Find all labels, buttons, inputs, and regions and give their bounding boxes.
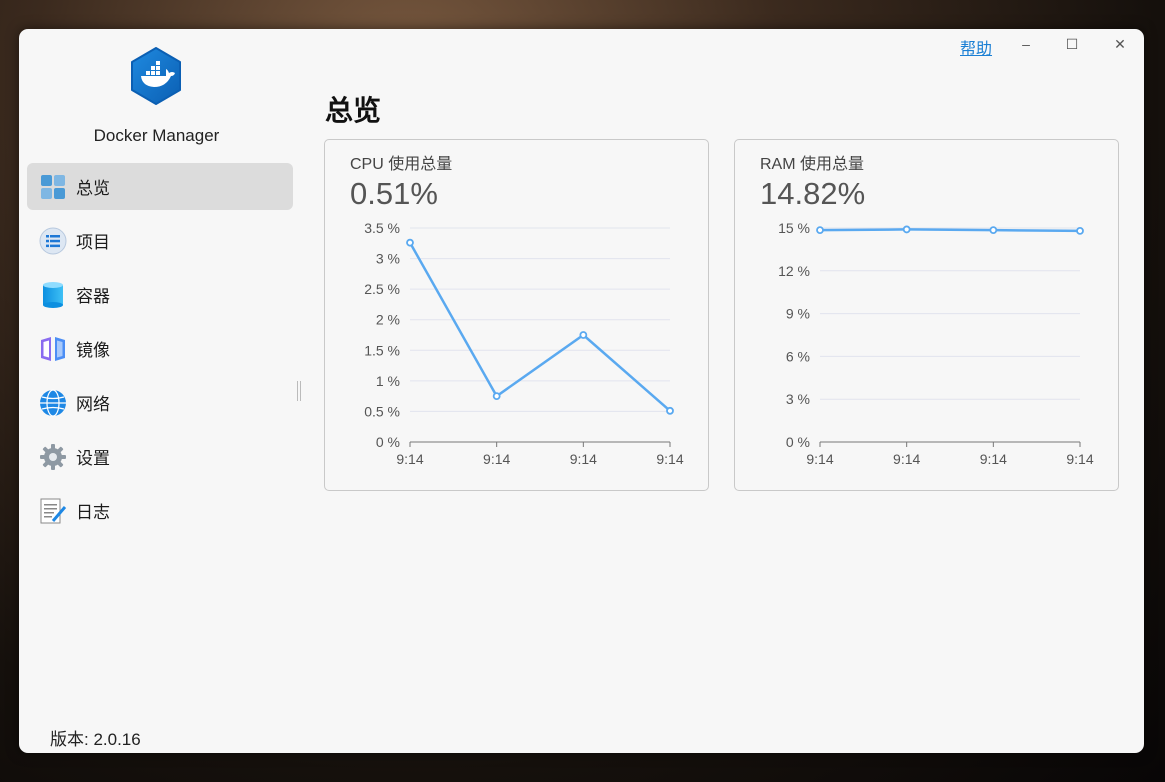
y-tick-label: 2.5 % [364, 281, 400, 297]
sidebar-item-label: 日志 [76, 503, 110, 522]
data-point [816, 226, 824, 235]
docker-logo [128, 46, 184, 106]
y-tick-label: 2 % [376, 312, 400, 328]
sidebar-item-overview[interactable]: 总览 [27, 163, 293, 210]
x-tick-label: 9:14 [570, 451, 597, 467]
data-point [902, 225, 911, 234]
app-window: 帮助 – ☐ ✕ Docker Manager 总览 项目 容器 镜像 网络 设… [19, 29, 1144, 753]
x-tick-label: 9:14 [893, 451, 920, 467]
x-tick-label: 9:14 [483, 451, 510, 467]
page-title: 总览 [325, 95, 382, 126]
y-tick-label: 0 % [786, 434, 810, 450]
x-tick-label: 9:14 [656, 451, 683, 467]
y-tick-label: 15 % [778, 220, 810, 236]
y-tick-label: 0.5 % [364, 403, 400, 419]
images-icon [39, 335, 67, 363]
x-tick-label: 9:14 [396, 451, 423, 467]
app-name: Docker Manager [93, 126, 220, 145]
y-tick-label: 0 % [376, 434, 400, 450]
sidebar-resize-handle[interactable] [297, 381, 301, 401]
minimize-button[interactable]: – [1011, 33, 1041, 55]
help-link[interactable]: 帮助 [960, 35, 992, 59]
series-line [408, 242, 671, 412]
sidebar-item-label: 镜像 [76, 341, 110, 360]
network-icon [39, 388, 67, 417]
y-tick-label: 3.5 % [364, 220, 400, 236]
overview-icon [39, 173, 67, 201]
version-label: 版本: 2.0.16 [50, 730, 141, 749]
data-point [1076, 226, 1084, 235]
sidebar-item-images[interactable]: 镜像 [27, 325, 293, 372]
y-tick-label: 1.5 % [364, 342, 400, 358]
sidebar-item-network[interactable]: 网络 [27, 379, 293, 426]
sidebar-item-containers[interactable]: 容器 [27, 271, 293, 318]
projects-icon [39, 227, 67, 255]
x-tick-label: 9:14 [980, 451, 1007, 467]
sidebar-item-label: 总览 [76, 179, 110, 198]
data-point [666, 406, 674, 415]
y-tick-label: 3 % [786, 391, 810, 407]
containers-icon [39, 281, 67, 309]
series-line [819, 228, 1081, 233]
sidebar-nav: 总览 项目 容器 镜像 网络 设置 日志 [27, 163, 293, 541]
sidebar-item-settings[interactable]: 设置 [27, 433, 293, 480]
ram-usage-chart: 0 % 3 % 6 % 9 % 12 % 15 % 9:14 9:14 9:14 9:14 [778, 220, 1094, 467]
cpu-usage-chart: 0 % 0.5 % 1 % 1.5 % 2 % 2.5 % 3 % 3.5 % 9:14 9:14… [364, 220, 684, 467]
sidebar-item-label: 网络 [76, 395, 110, 414]
data-point [492, 392, 501, 401]
cpu-usage-card: CPU 使用总量 0.51% 0 % 0.5 % 1 % 1.5 % 2 % 2.5 % 3… [324, 139, 709, 491]
close-button[interactable]: ✕ [1105, 33, 1135, 55]
y-tick-label: 3 % [376, 251, 400, 267]
sidebar-item-label: 设置 [76, 449, 110, 468]
y-tick-label: 9 % [786, 306, 810, 322]
sidebar-item-label: 容器 [76, 287, 110, 306]
y-tick-label: 1 % [376, 373, 400, 389]
maximize-button[interactable]: ☐ [1057, 33, 1087, 55]
y-tick-label: 12 % [778, 263, 810, 279]
logs-icon [39, 497, 67, 525]
sidebar-item-label: 项目 [76, 233, 110, 252]
data-point [406, 238, 414, 247]
ram-usage-card: RAM 使用总量 14.82% 0 % 3 % 6 % 9 % 12 % 15 % 9:14… [734, 139, 1119, 491]
x-tick-label: 9:14 [806, 451, 833, 467]
x-tick-label: 9:14 [1066, 451, 1093, 467]
data-point [989, 226, 998, 235]
data-point [579, 331, 588, 339]
sidebar-item-projects[interactable]: 项目 [27, 217, 293, 264]
y-tick-label: 6 % [786, 348, 810, 364]
sidebar: Docker Manager 总览 项目 容器 镜像 网络 设置 日志 版本: … [19, 29, 299, 753]
sidebar-item-logs[interactable]: 日志 [27, 487, 293, 534]
settings-icon [39, 443, 67, 471]
